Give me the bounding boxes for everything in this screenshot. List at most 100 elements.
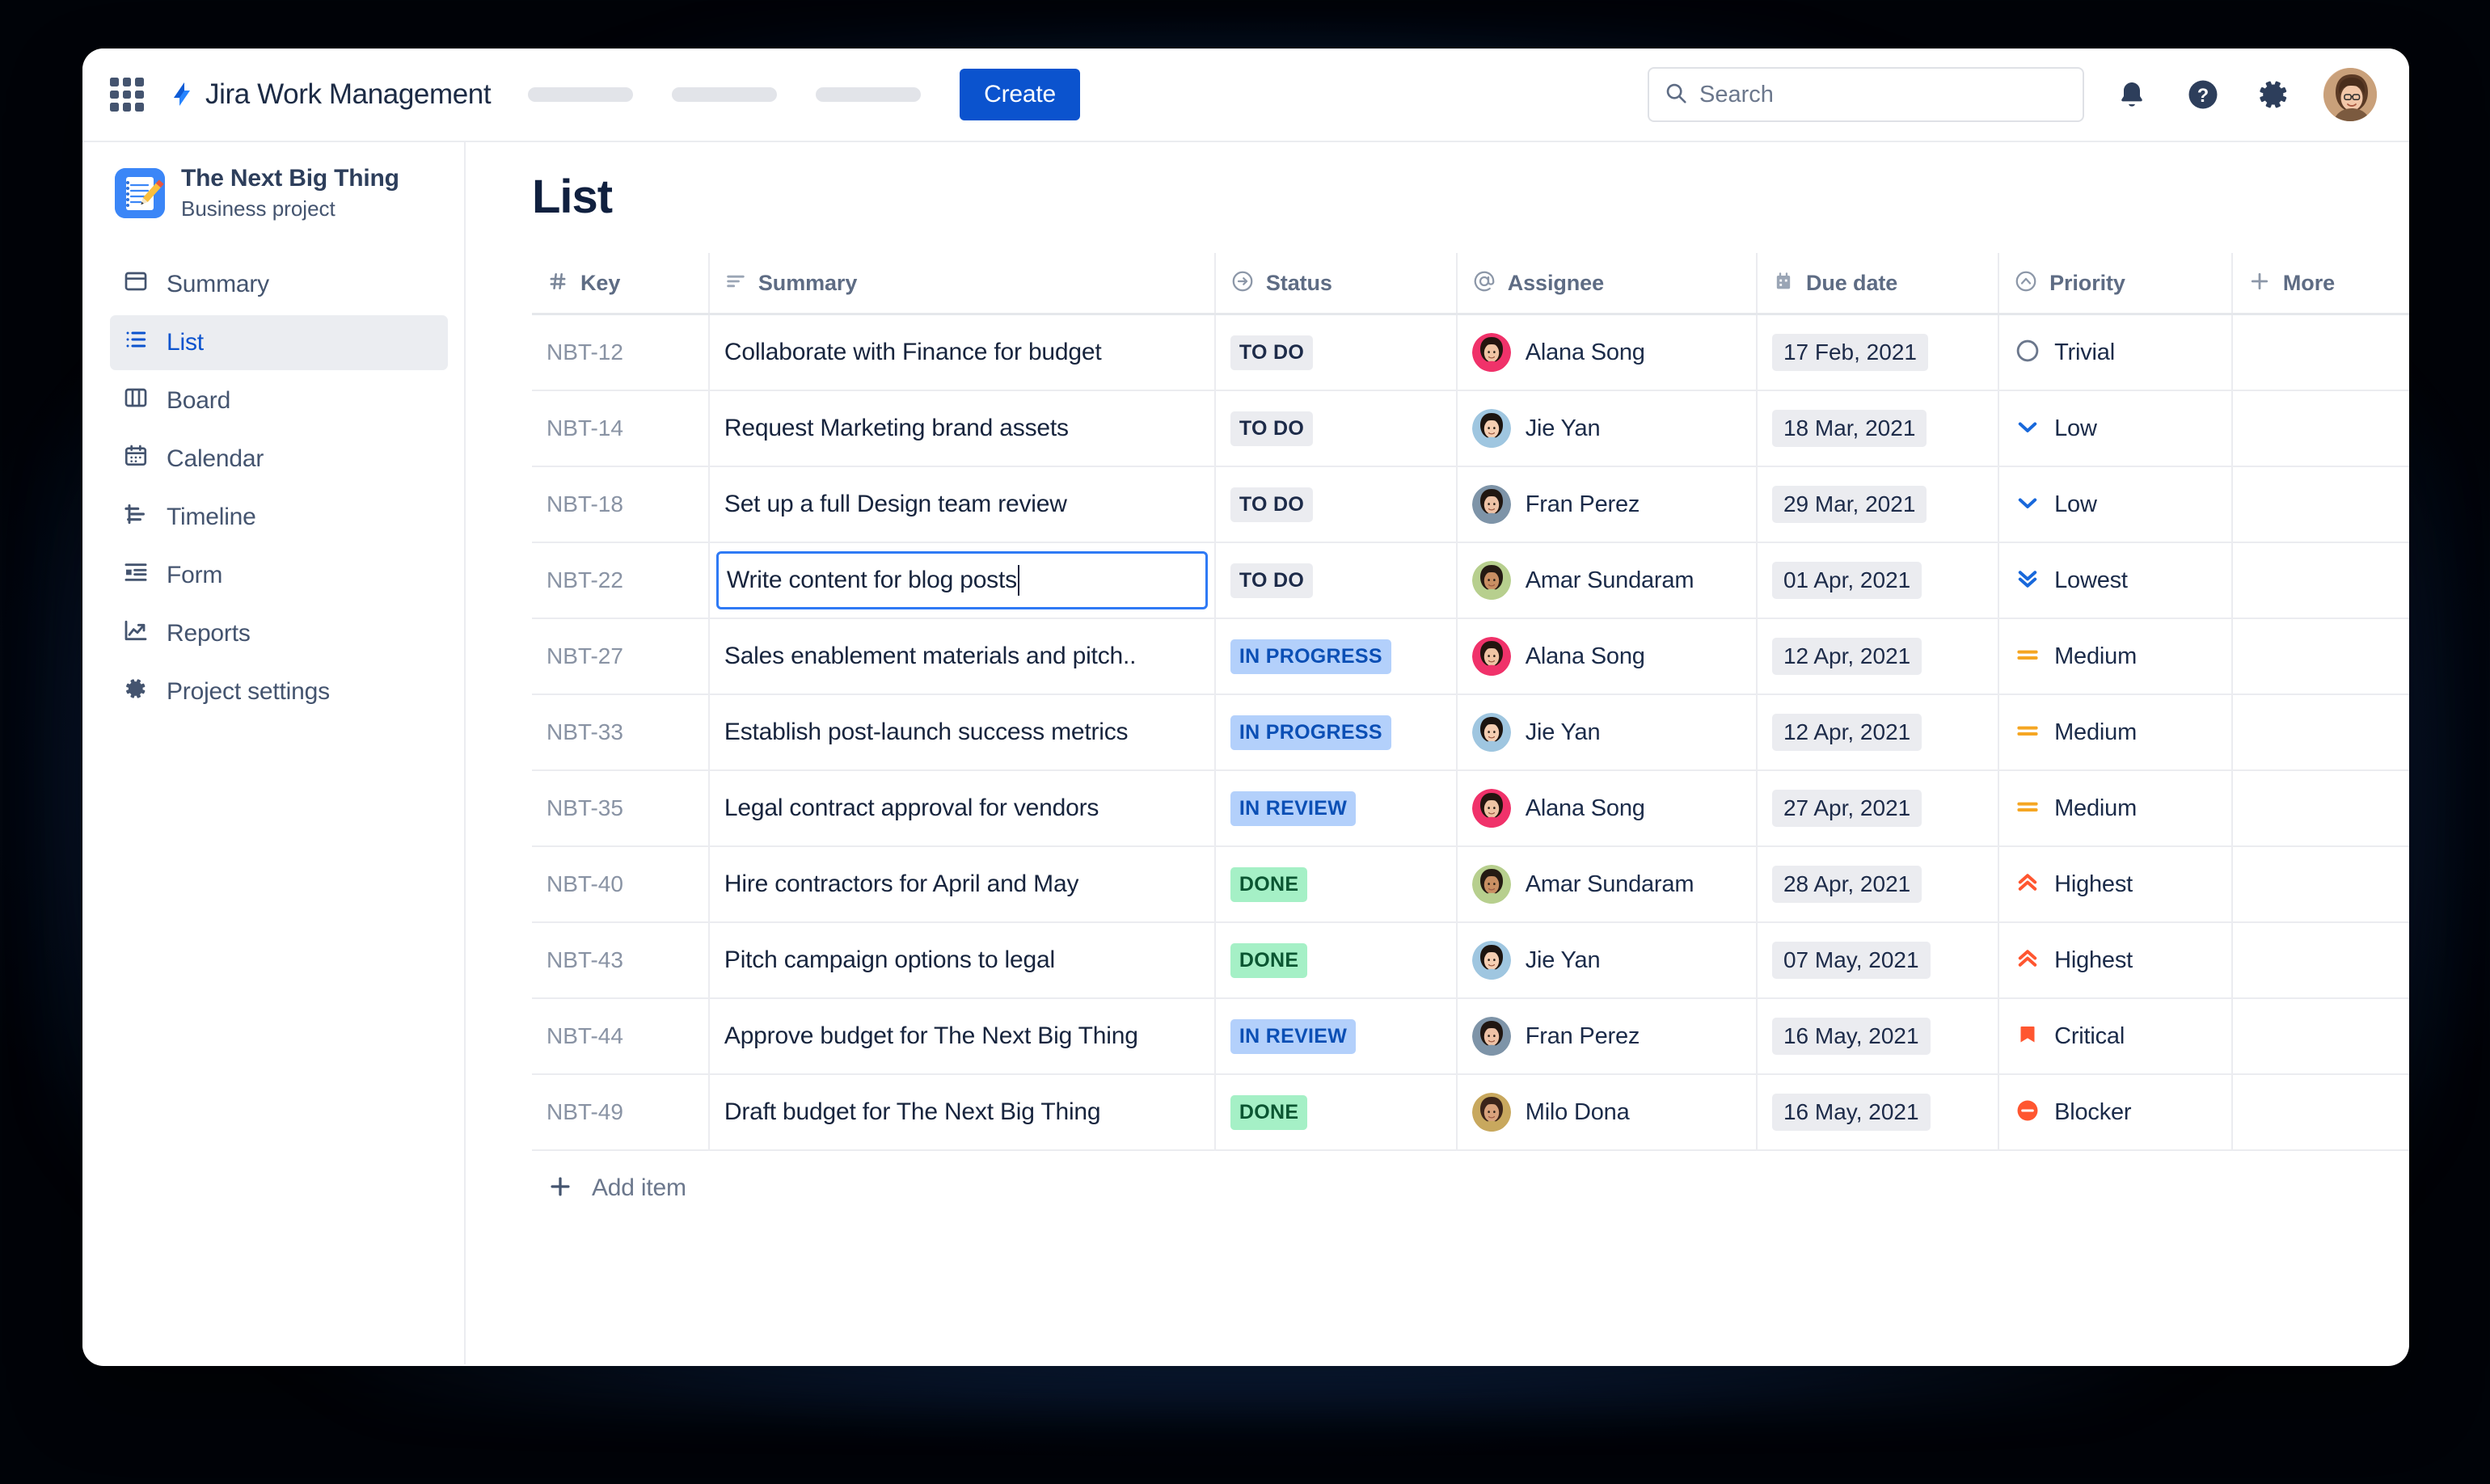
column-header-key[interactable]: Key xyxy=(532,253,710,315)
create-button[interactable]: Create xyxy=(960,69,1081,120)
cell-summary[interactable]: Draft budget for The Next Big Thing xyxy=(708,1074,1216,1151)
cell-due-date[interactable]: 16 May, 2021 xyxy=(1756,998,2000,1075)
cell-more[interactable] xyxy=(2231,694,2409,771)
apps-grid-icon[interactable] xyxy=(110,78,144,112)
table-row[interactable]: NBT-33 Establish post-launch success metr… xyxy=(532,694,2409,771)
cell-priority[interactable]: Critical xyxy=(1998,998,2233,1075)
cell-summary[interactable]: Approve budget for The Next Big Thing xyxy=(708,998,1216,1075)
cell-due-date[interactable]: 27 Apr, 2021 xyxy=(1756,770,2000,847)
cell-status[interactable]: IN REVIEW xyxy=(1214,998,1458,1075)
bell-icon[interactable] xyxy=(2108,71,2155,118)
sidebar-item-project-settings[interactable]: Project settings xyxy=(110,664,448,719)
cell-key[interactable]: NBT-18 xyxy=(532,466,710,543)
cell-more[interactable] xyxy=(2231,542,2409,619)
cell-assignee[interactable]: Amar Sundaram xyxy=(1456,542,1758,619)
cell-assignee[interactable]: Milo Dona xyxy=(1456,1074,1758,1151)
cell-status[interactable]: TO DO xyxy=(1214,314,1458,391)
cell-assignee[interactable]: Alana Song xyxy=(1456,770,1758,847)
cell-summary[interactable]: Write content for blog posts xyxy=(708,542,1216,619)
search-input[interactable]: Search xyxy=(1648,67,2084,122)
cell-due-date[interactable]: 12 Apr, 2021 xyxy=(1756,618,2000,695)
cell-assignee[interactable]: Alana Song xyxy=(1456,618,1758,695)
table-row[interactable]: NBT-27 Sales enablement materials and pit… xyxy=(532,618,2409,695)
cell-priority[interactable]: Medium xyxy=(1998,770,2233,847)
cell-more[interactable] xyxy=(2231,998,2409,1075)
cell-due-date[interactable]: 16 May, 2021 xyxy=(1756,1074,2000,1151)
table-row[interactable]: NBT-35 Legal contract approval for vendor… xyxy=(532,770,2409,847)
cell-more[interactable] xyxy=(2231,618,2409,695)
nav-placeholder-2[interactable] xyxy=(672,87,778,102)
column-header-summary[interactable]: Summary xyxy=(708,253,1216,315)
cell-due-date[interactable]: 07 May, 2021 xyxy=(1756,922,2000,999)
cell-key[interactable]: NBT-14 xyxy=(532,390,710,467)
cell-status[interactable]: DONE xyxy=(1214,1074,1458,1151)
cell-priority[interactable]: Low xyxy=(1998,390,2233,467)
cell-due-date[interactable]: 18 Mar, 2021 xyxy=(1756,390,2000,467)
cell-key[interactable]: NBT-22 xyxy=(532,542,710,619)
cell-key[interactable]: NBT-44 xyxy=(532,998,710,1075)
cell-summary[interactable]: Collaborate with Finance for budget xyxy=(708,314,1216,391)
project-header[interactable]: The Next Big Thing Business project xyxy=(110,165,448,221)
cell-status[interactable]: IN REVIEW xyxy=(1214,770,1458,847)
cell-more[interactable] xyxy=(2231,314,2409,391)
nav-placeholder-3[interactable] xyxy=(816,87,922,102)
column-header-more[interactable]: More xyxy=(2231,253,2409,315)
cell-summary[interactable]: Pitch campaign options to legal xyxy=(708,922,1216,999)
cell-assignee[interactable]: Amar Sundaram xyxy=(1456,846,1758,923)
cell-due-date[interactable]: 01 Apr, 2021 xyxy=(1756,542,2000,619)
cell-summary[interactable]: Set up a full Design team review xyxy=(708,466,1216,543)
gear-icon[interactable] xyxy=(2251,71,2298,118)
cell-priority[interactable]: Lowest xyxy=(1998,542,2233,619)
cell-more[interactable] xyxy=(2231,466,2409,543)
table-row[interactable]: NBT-14 Request Marketing brand assets TO D… xyxy=(532,390,2409,467)
column-header-due-date[interactable]: Due date xyxy=(1756,253,2000,315)
cell-priority[interactable]: Blocker xyxy=(1998,1074,2233,1151)
cell-status[interactable]: IN PROGRESS xyxy=(1214,618,1458,695)
cell-more[interactable] xyxy=(2231,1074,2409,1151)
summary-edit-input[interactable]: Write content for blog posts xyxy=(715,551,1208,609)
cell-assignee[interactable]: Fran Perez xyxy=(1456,998,1758,1075)
cell-assignee[interactable]: Jie Yan xyxy=(1456,694,1758,771)
cell-key[interactable]: NBT-35 xyxy=(532,770,710,847)
table-row[interactable]: NBT-22 Write content for blog posts TO DO A… xyxy=(532,542,2409,619)
sidebar-item-timeline[interactable]: Timeline xyxy=(110,490,448,545)
cell-priority[interactable]: Low xyxy=(1998,466,2233,543)
cell-priority[interactable]: Trivial xyxy=(1998,314,2233,391)
cell-more[interactable] xyxy=(2231,922,2409,999)
cell-key[interactable]: NBT-33 xyxy=(532,694,710,771)
cell-summary[interactable]: Legal contract approval for vendors xyxy=(708,770,1216,847)
avatar[interactable] xyxy=(2322,66,2378,123)
cell-assignee[interactable]: Fran Perez xyxy=(1456,466,1758,543)
brand[interactable]: Jira Work Management xyxy=(162,78,492,111)
cell-due-date[interactable]: 17 Feb, 2021 xyxy=(1756,314,2000,391)
cell-priority[interactable]: Highest xyxy=(1998,922,2233,999)
nav-placeholder-1[interactable] xyxy=(528,87,634,102)
cell-key[interactable]: NBT-49 xyxy=(532,1074,710,1151)
table-row[interactable]: NBT-44 Approve budget for The Next Big Th… xyxy=(532,998,2409,1075)
table-row[interactable]: NBT-43 Pitch campaign options to legal DON… xyxy=(532,922,2409,999)
cell-assignee[interactable]: Jie Yan xyxy=(1456,390,1758,467)
cell-more[interactable] xyxy=(2231,846,2409,923)
cell-status[interactable]: IN PROGRESS xyxy=(1214,694,1458,771)
cell-due-date[interactable]: 12 Apr, 2021 xyxy=(1756,694,2000,771)
cell-status[interactable]: TO DO xyxy=(1214,390,1458,467)
cell-key[interactable]: NBT-40 xyxy=(532,846,710,923)
cell-summary[interactable]: Request Marketing brand assets xyxy=(708,390,1216,467)
cell-summary[interactable]: Hire contractors for April and May xyxy=(708,846,1216,923)
add-item-button[interactable]: Add item xyxy=(532,1151,2409,1225)
cell-summary[interactable]: Establish post-launch success metrics xyxy=(708,694,1216,771)
column-header-priority[interactable]: Priority xyxy=(1998,253,2233,315)
table-row[interactable]: NBT-12 Collaborate with Finance for budge… xyxy=(532,314,2409,391)
cell-assignee[interactable]: Jie Yan xyxy=(1456,922,1758,999)
column-header-status[interactable]: Status xyxy=(1214,253,1458,315)
table-row[interactable]: NBT-40 Hire contractors for April and May… xyxy=(532,846,2409,923)
sidebar-item-list[interactable]: List xyxy=(110,314,448,370)
cell-more[interactable] xyxy=(2231,770,2409,847)
cell-priority[interactable]: Medium xyxy=(1998,694,2233,771)
table-row[interactable]: NBT-18 Set up a full Design team review TO… xyxy=(532,466,2409,543)
cell-due-date[interactable]: 28 Apr, 2021 xyxy=(1756,846,2000,923)
sidebar-item-form[interactable]: Form xyxy=(110,548,448,603)
sidebar-item-summary[interactable]: Summary xyxy=(110,257,448,312)
column-header-assignee[interactable]: Assignee xyxy=(1456,253,1758,315)
table-row[interactable]: NBT-49 Draft budget for The Next Big Thin… xyxy=(532,1074,2409,1151)
